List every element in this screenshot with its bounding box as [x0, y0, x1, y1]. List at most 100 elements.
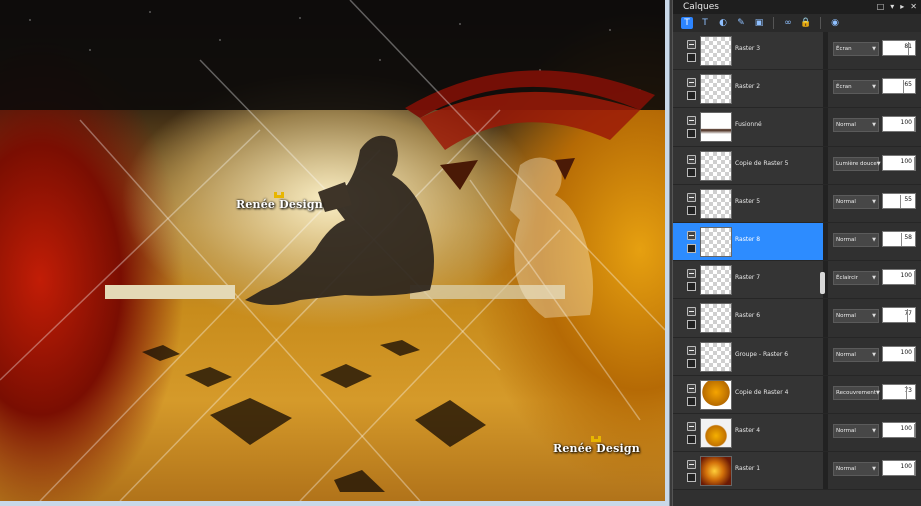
- layer-row[interactable]: Raster 6 Normal ▼ 77: [673, 299, 921, 338]
- blend-mode-dropdown[interactable]: Normal ▼: [833, 423, 879, 438]
- layer-row[interactable]: Raster 4 Normal ▼ 100: [673, 413, 921, 453]
- chevron-down-icon: ▼: [872, 84, 876, 91]
- layer-name-cell[interactable]: Raster 1: [673, 452, 823, 490]
- blend-mode-dropdown[interactable]: Recouvrement ▼: [833, 385, 880, 400]
- opacity-value: 55: [904, 195, 912, 203]
- visibility-toggle-icon[interactable]: [687, 154, 696, 164]
- opacity-slider[interactable]: 58: [882, 230, 916, 247]
- layer-lock-icon[interactable]: [687, 129, 696, 139]
- layer-name: Raster 2: [735, 83, 761, 91]
- opacity-slider[interactable]: 100: [882, 345, 916, 362]
- layer-name-cell[interactable]: Groupe - Raster 6: [673, 337, 823, 375]
- layer-lock-icon[interactable]: [687, 205, 696, 215]
- new-group-icon[interactable]: ▣: [753, 17, 765, 29]
- lock-icon[interactable]: 🔒: [800, 17, 812, 29]
- new-vector-layer-icon[interactable]: T: [699, 17, 711, 29]
- layer-name-cell[interactable]: Raster 3: [673, 32, 823, 70]
- layer-row[interactable]: Raster 1 Normal ▼ 100: [673, 452, 921, 491]
- opacity-level-marker: [914, 423, 915, 437]
- layer-row[interactable]: Raster 5 Normal ▼ 55: [673, 184, 921, 223]
- blend-mode-dropdown[interactable]: Éclaircir ▼: [833, 271, 879, 286]
- opacity-slider[interactable]: 55: [882, 192, 916, 209]
- layer-row[interactable]: Raster 7 Éclaircir ▼ 100: [673, 261, 921, 300]
- layer-lock-icon[interactable]: [687, 243, 696, 253]
- opacity-slider[interactable]: 77: [882, 307, 916, 324]
- opacity-level-marker: [914, 347, 915, 361]
- blend-mode-dropdown[interactable]: Normal ▼: [833, 232, 879, 247]
- blend-mode-label: Normal: [836, 236, 856, 243]
- opacity-slider[interactable]: 73: [882, 383, 916, 400]
- layer-name: Copie de Raster 4: [735, 388, 789, 396]
- visibility-toggle-icon[interactable]: [687, 192, 696, 202]
- opacity-slider[interactable]: 65: [882, 78, 916, 95]
- blend-mode-dropdown[interactable]: Lumière douce ▼: [833, 156, 881, 171]
- visibility-toggle-icon[interactable]: [687, 78, 696, 88]
- layer-row[interactable]: Raster 2 Écran ▼ 65: [673, 70, 921, 109]
- layer-thumbnail: [700, 36, 732, 66]
- layer-name-cell[interactable]: Raster 6: [673, 299, 823, 337]
- layer-properties-icon[interactable]: ◉: [829, 17, 841, 29]
- layer-lock-icon[interactable]: [687, 167, 696, 177]
- layer-row[interactable]: Copie de Raster 4 Recouvrement ▼ 73: [673, 375, 921, 414]
- opacity-slider[interactable]: 100: [882, 269, 916, 286]
- image-canvas[interactable]: Renée Design Renée Design: [0, 0, 665, 501]
- layer-lock-icon[interactable]: [687, 320, 696, 330]
- opacity-slider[interactable]: 100: [882, 116, 916, 133]
- layer-name-cell[interactable]: Raster 4: [673, 413, 823, 452]
- blend-mode-dropdown[interactable]: Normal ▼: [833, 194, 879, 209]
- visibility-toggle-icon[interactable]: [687, 230, 696, 240]
- blend-mode-label: Éclaircir: [836, 275, 858, 282]
- layer-name-cell[interactable]: Raster 2: [673, 70, 823, 108]
- layer-name-cell[interactable]: Raster 7: [673, 261, 823, 299]
- opacity-slider[interactable]: 100: [882, 154, 916, 171]
- blend-mode-dropdown[interactable]: Normal ▼: [833, 309, 879, 324]
- collapse-arrow-icon[interactable]: ▸: [900, 1, 904, 13]
- panel-resize-grip[interactable]: [820, 272, 825, 294]
- blend-mode-dropdown[interactable]: Écran ▼: [833, 80, 879, 95]
- layer-lock-icon[interactable]: [687, 434, 696, 444]
- dropdown-arrow-icon[interactable]: ▾: [890, 1, 894, 13]
- visibility-toggle-icon[interactable]: [687, 40, 696, 49]
- layer-row[interactable]: Raster 3 Écran ▼ 81: [673, 32, 921, 71]
- layer-lock-icon[interactable]: [687, 53, 696, 62]
- layer-row[interactable]: Raster 8 Normal ▼ 58: [673, 222, 921, 262]
- layer-name-cell[interactable]: Copie de Raster 4: [673, 375, 823, 413]
- visibility-toggle-icon[interactable]: [687, 269, 696, 279]
- layer-lock-icon[interactable]: [687, 358, 696, 368]
- layer-name-cell[interactable]: Raster 5: [673, 184, 823, 222]
- layer-lock-icon[interactable]: [687, 282, 696, 292]
- blend-mode-dropdown[interactable]: Normal ▼: [833, 462, 879, 477]
- layer-name-cell[interactable]: Raster 8: [673, 222, 823, 261]
- visibility-toggle-icon[interactable]: [687, 383, 696, 393]
- blend-mode-dropdown[interactable]: Écran ▼: [833, 42, 879, 56]
- layer-thumbnail: [700, 417, 732, 448]
- layer-lock-icon[interactable]: [687, 473, 696, 483]
- chevron-down-icon: ▼: [872, 351, 876, 358]
- layer-row[interactable]: Groupe - Raster 6 Normal ▼ 100: [673, 337, 921, 376]
- visibility-toggle-icon[interactable]: [687, 421, 696, 431]
- opacity-slider[interactable]: 81: [882, 40, 916, 56]
- visibility-toggle-icon[interactable]: [687, 345, 696, 355]
- visibility-toggle-icon[interactable]: [687, 307, 696, 317]
- opacity-slider[interactable]: 100: [882, 421, 916, 438]
- new-raster-layer-icon[interactable]: T: [681, 17, 693, 29]
- layer-name: Raster 3: [735, 45, 761, 52]
- layer-lock-icon[interactable]: [687, 91, 696, 101]
- layer-lock-icon[interactable]: [687, 396, 696, 406]
- visibility-toggle-icon[interactable]: [687, 116, 696, 126]
- visibility-toggle-icon[interactable]: [687, 460, 696, 470]
- layer-name-cell[interactable]: Fusionné: [673, 108, 823, 146]
- blend-mode-dropdown[interactable]: Normal ▼: [833, 347, 879, 362]
- float-window-icon[interactable]: □: [877, 1, 885, 13]
- layer-row[interactable]: Fusionné Normal ▼ 100: [673, 108, 921, 147]
- layer-row[interactable]: Copie de Raster 5 Lumière douce ▼ 100: [673, 146, 921, 185]
- new-mask-layer-icon[interactable]: ◐: [717, 17, 729, 29]
- blend-mode-dropdown[interactable]: Normal ▼: [833, 118, 879, 133]
- close-icon[interactable]: ✕: [910, 1, 917, 13]
- opacity-value: 100: [900, 272, 912, 280]
- layer-name-cell[interactable]: Copie de Raster 5: [673, 146, 823, 184]
- adjustment-layer-icon[interactable]: ✎: [735, 17, 747, 29]
- opacity-slider[interactable]: 100: [882, 460, 916, 477]
- chevron-down-icon: ▼: [872, 466, 876, 473]
- link-icon[interactable]: ∞: [782, 17, 794, 29]
